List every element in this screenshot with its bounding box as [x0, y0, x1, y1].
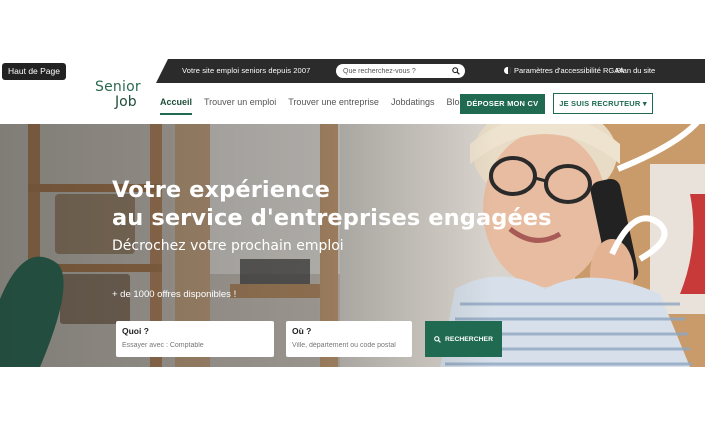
recruiter-dropdown-button[interactable]: JE SUIS RECRUTEUR ▾: [553, 93, 653, 114]
offers-count: + de 1000 offres disponibles !: [112, 289, 237, 300]
what-input[interactable]: [122, 342, 268, 349]
where-label: Où ?: [292, 326, 312, 336]
top-bar: Votre site emploi seniors depuis 2007 Pa…: [156, 59, 705, 83]
hero-subtitle: Décrochez votre prochain emploi: [112, 238, 344, 254]
hero-title-line-2: au service d'entreprises engagées: [112, 205, 552, 231]
accessibility-icon: [504, 67, 511, 74]
site-search-input[interactable]: [336, 64, 465, 78]
nav-item-accueil[interactable]: Accueil: [160, 97, 193, 115]
what-label: Quoi ?: [122, 326, 149, 336]
skip-to-top-link[interactable]: Haut de Page: [2, 63, 66, 80]
where-input[interactable]: [292, 342, 406, 349]
accessibility-settings-link[interactable]: Paramètres d'accessibilité RGAA: [504, 66, 624, 75]
nav-item-trouver-entreprise[interactable]: Trouver une entreprise: [288, 97, 379, 115]
logo-line-2: Job: [115, 94, 137, 110]
what-search-field[interactable]: Quoi ?: [116, 321, 274, 357]
search-button-label: RECHERCHER: [445, 335, 493, 343]
page: Haut de Page Votre site emploi seniors d…: [0, 0, 705, 427]
hero-title-line-1: Votre expérience: [112, 177, 331, 203]
site-tagline: Votre site emploi seniors depuis 2007: [182, 66, 311, 75]
hero-banner: Votre expérience au service d'entreprise…: [0, 124, 705, 367]
deposit-cv-button[interactable]: DÉPOSER MON CV: [460, 94, 545, 114]
accessibility-label: Paramètres d'accessibilité RGAA: [514, 66, 625, 75]
search-icon[interactable]: [452, 67, 460, 75]
search-icon: [434, 335, 441, 343]
where-search-field[interactable]: Où ?: [286, 321, 412, 357]
senior-job-logo[interactable]: Senior Job: [95, 80, 141, 109]
sitemap-link[interactable]: Plan du site: [616, 66, 655, 75]
nav-item-jobdatings[interactable]: Jobdatings: [391, 97, 435, 115]
search-button[interactable]: RECHERCHER: [425, 321, 502, 357]
logo-line-1: Senior: [95, 79, 141, 95]
hero-title: Votre expérience au service d'entreprise…: [112, 176, 552, 232]
nav-item-trouver-emploi[interactable]: Trouver un emploi: [204, 97, 276, 115]
main-nav: Accueil Trouver un emploi Trouver une en…: [160, 97, 477, 115]
top-bar-notch: [156, 59, 168, 83]
